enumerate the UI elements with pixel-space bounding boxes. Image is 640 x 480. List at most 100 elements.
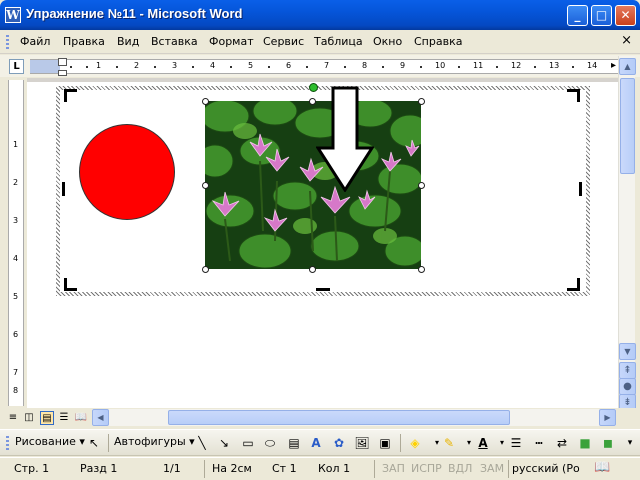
reading-view-icon[interactable]: 📖 [74, 411, 88, 425]
toolbar-options-icon[interactable]: ▾ [622, 435, 638, 451]
wordart-tool-icon[interactable]: A [308, 435, 324, 451]
canvas-left-handle[interactable] [62, 182, 65, 196]
ruler-tick [230, 66, 232, 68]
menu-file[interactable]: Файл [20, 35, 50, 48]
status-page-of: 1/1 [163, 462, 181, 475]
page-top-edge [27, 78, 618, 82]
tab-selector-button[interactable]: L [9, 59, 24, 74]
photo-resize-handle[interactable] [202, 266, 209, 273]
3d-style-icon[interactable]: ◼ [600, 435, 616, 451]
scroll-left-icon[interactable]: ◀ [92, 409, 109, 426]
canvas-corner-handle[interactable] [64, 278, 77, 291]
menu-insert[interactable]: Вставка [151, 35, 198, 48]
ruler-margin [30, 60, 60, 73]
horizontal-scroll-thumb[interactable] [168, 410, 510, 425]
ruler-number: 9 [400, 61, 406, 70]
maximize-button[interactable]: □ [591, 5, 612, 26]
water-lily-photo[interactable] [205, 101, 421, 269]
ruler-number: 12 [511, 61, 522, 70]
menu-help[interactable]: Справка [414, 35, 462, 48]
ruler-tick [534, 66, 536, 68]
horizontal-ruler[interactable]: 1 2 3 4 5 6 7 8 9 10 11 12 13 14 ▸ [30, 59, 618, 74]
photo-resize-handle[interactable] [418, 182, 425, 189]
horizontal-scrollbar[interactable]: ◀ ▶ [92, 409, 616, 426]
horizontal-ruler-row: L 1 2 3 4 5 6 7 8 9 10 11 12 13 14 ▸ [0, 55, 640, 77]
first-line-indent-marker[interactable] [58, 58, 67, 66]
status-language: русский (Ро [512, 462, 580, 475]
word-app-icon[interactable]: W [5, 7, 21, 23]
vertical-ruler[interactable]: 1 2 3 4 5 6 7 8 [8, 80, 24, 406]
scroll-right-icon[interactable]: ▶ [599, 409, 616, 426]
menu-bar: Файл Правка Вид Вставка Формат Сервис Та… [0, 30, 640, 54]
minimize-button[interactable]: _ [567, 5, 588, 26]
outline-view-icon[interactable]: ☰ [57, 411, 71, 425]
fill-color-icon[interactable]: ◈ [407, 435, 423, 451]
toolbar-grip-icon[interactable] [6, 35, 9, 49]
font-color-icon[interactable]: A [475, 435, 491, 451]
canvas-corner-handle[interactable] [567, 89, 580, 102]
previous-page-icon[interactable]: ⇞ [619, 362, 636, 379]
vertical-scrollbar[interactable]: ▲ ▼ ⇞ ● ⇟ [618, 56, 636, 411]
rectangle-tool-icon[interactable]: ▭ [240, 435, 256, 451]
web-view-icon[interactable]: ◫ [22, 411, 36, 425]
status-divider [374, 460, 375, 478]
photo-resize-handle[interactable] [418, 98, 425, 105]
shadow-style-icon[interactable]: ■ [577, 435, 593, 451]
ruler-number: 7 [324, 61, 330, 70]
down-arrow-shape[interactable] [316, 86, 374, 192]
menu-table[interactable]: Таблица [314, 35, 363, 48]
close-button[interactable]: ✕ [615, 5, 636, 26]
canvas-right-handle[interactable] [579, 182, 582, 196]
status-divider [204, 460, 205, 478]
close-document-button[interactable]: × [621, 33, 632, 48]
line-tool-icon[interactable]: ╲ [194, 435, 210, 451]
menu-edit[interactable]: Правка [63, 35, 105, 48]
photo-resize-handle[interactable] [418, 266, 425, 273]
photo-resize-handle[interactable] [202, 182, 209, 189]
autoshapes-button[interactable]: Автофигуры ▾ [114, 435, 195, 448]
ruler-tick [154, 66, 156, 68]
clipart-tool-icon[interactable]: 🖼 [354, 435, 370, 451]
oval-tool-icon[interactable]: ⬭ [262, 435, 278, 451]
vertical-scroll-thumb[interactable] [620, 78, 635, 174]
diagram-tool-icon[interactable]: ✿ [331, 435, 347, 451]
left-indent-marker[interactable] [58, 70, 67, 76]
draw-menu-button[interactable]: Рисование ▾ [15, 435, 85, 448]
arrow-style-icon[interactable]: ⇄ [554, 435, 570, 451]
menu-tools[interactable]: Сервис [263, 35, 304, 48]
toolbar-divider [108, 434, 109, 452]
print-layout-view-icon[interactable]: ▤ [40, 411, 54, 425]
menu-format[interactable]: Формат [209, 35, 254, 48]
menu-window[interactable]: Окно [373, 35, 402, 48]
canvas-corner-handle[interactable] [64, 89, 77, 102]
normal-view-icon[interactable]: ≡ [6, 411, 20, 425]
photo-resize-handle[interactable] [309, 98, 316, 105]
canvas-corner-handle[interactable] [567, 278, 580, 291]
arrow-tool-icon[interactable]: ↘ [216, 435, 232, 451]
status-column: Кол 1 [318, 462, 351, 475]
status-ovr[interactable]: ЗАМ [480, 462, 504, 475]
vruler-number: 5 [13, 292, 19, 301]
status-trk[interactable]: ИСПР [411, 462, 442, 475]
ruler-number: 4 [210, 61, 216, 70]
ruler-tick [496, 66, 498, 68]
line-style-icon[interactable]: ☰ [508, 435, 524, 451]
scroll-down-icon[interactable]: ▼ [619, 343, 636, 360]
status-ext[interactable]: ВДЛ [448, 462, 472, 475]
red-circle-shape[interactable] [79, 124, 175, 220]
spelling-status-icon[interactable]: 📖 [594, 460, 610, 475]
line-color-icon[interactable]: ✎ [441, 435, 457, 451]
status-rec[interactable]: ЗАП [382, 462, 405, 475]
menu-view[interactable]: Вид [117, 35, 139, 48]
photo-resize-handle[interactable] [202, 98, 209, 105]
textbox-tool-icon[interactable]: ▤ [286, 435, 302, 451]
dash-style-icon[interactable]: ┅ [531, 435, 547, 451]
toolbar-grip-icon[interactable] [6, 436, 9, 450]
photo-resize-handle[interactable] [309, 266, 316, 273]
insert-picture-icon[interactable]: ▣ [377, 435, 393, 451]
scroll-up-icon[interactable]: ▲ [619, 58, 636, 75]
select-objects-icon[interactable]: ↖ [86, 435, 102, 451]
browse-object-icon[interactable]: ● [619, 378, 636, 395]
title-bar: W Упражнение №11 - Microsoft Word _ □ ✕ [0, 0, 640, 30]
canvas-bottom-handle[interactable] [316, 288, 330, 291]
